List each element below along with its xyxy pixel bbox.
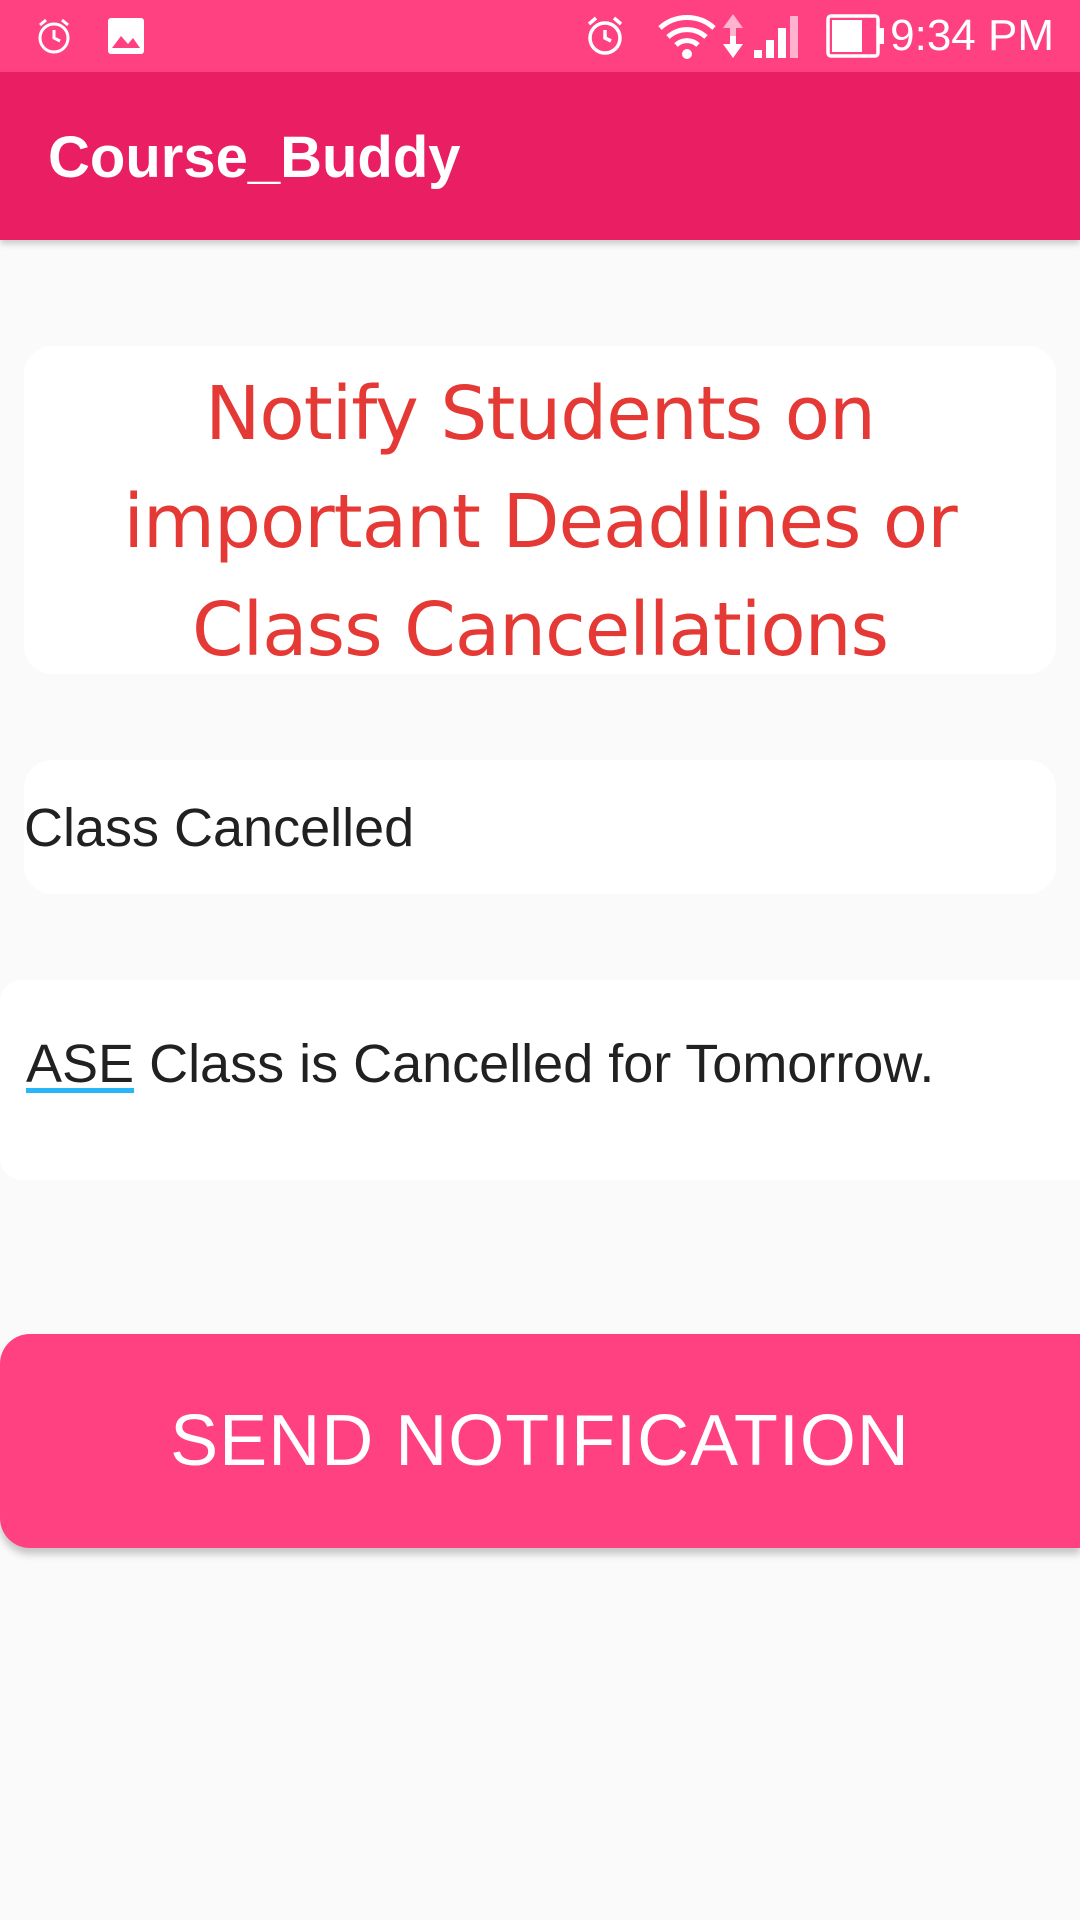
notification-title-field[interactable]: Class Cancelled: [24, 760, 1056, 894]
notification-message-field[interactable]: ASE Class is Cancelled for Tomorrow.: [0, 980, 1080, 1180]
status-time: 9:34 PM: [890, 11, 1054, 60]
spellcheck-word[interactable]: ASE: [26, 1034, 134, 1094]
app-title: Course_Buddy: [48, 125, 461, 190]
notification-title-value: Class Cancelled: [24, 798, 415, 858]
alarm-clock-icon: [38, 18, 70, 54]
heading-text: Notify Students on important Deadlines o…: [123, 371, 957, 673]
send-notification-button[interactable]: SEND NOTIFICATION: [0, 1334, 1080, 1548]
message-rest-text: Class is Cancelled for Tomorrow.: [134, 1034, 935, 1094]
cell-signal-icon: [754, 16, 798, 58]
alarm-clock-icon: [587, 16, 623, 55]
image-icon: [108, 18, 144, 54]
status-bar: 9:34 PM: [0, 0, 1080, 72]
wifi-icon: [658, 15, 716, 59]
battery-icon: [826, 14, 884, 58]
app-bar: Course_Buddy: [0, 72, 1080, 240]
data-arrows-icon: [723, 14, 743, 58]
notification-message-value: ASE Class is Cancelled for Tomorrow.: [26, 1034, 934, 1094]
heading-card: Notify Students on important Deadlines o…: [24, 346, 1056, 674]
